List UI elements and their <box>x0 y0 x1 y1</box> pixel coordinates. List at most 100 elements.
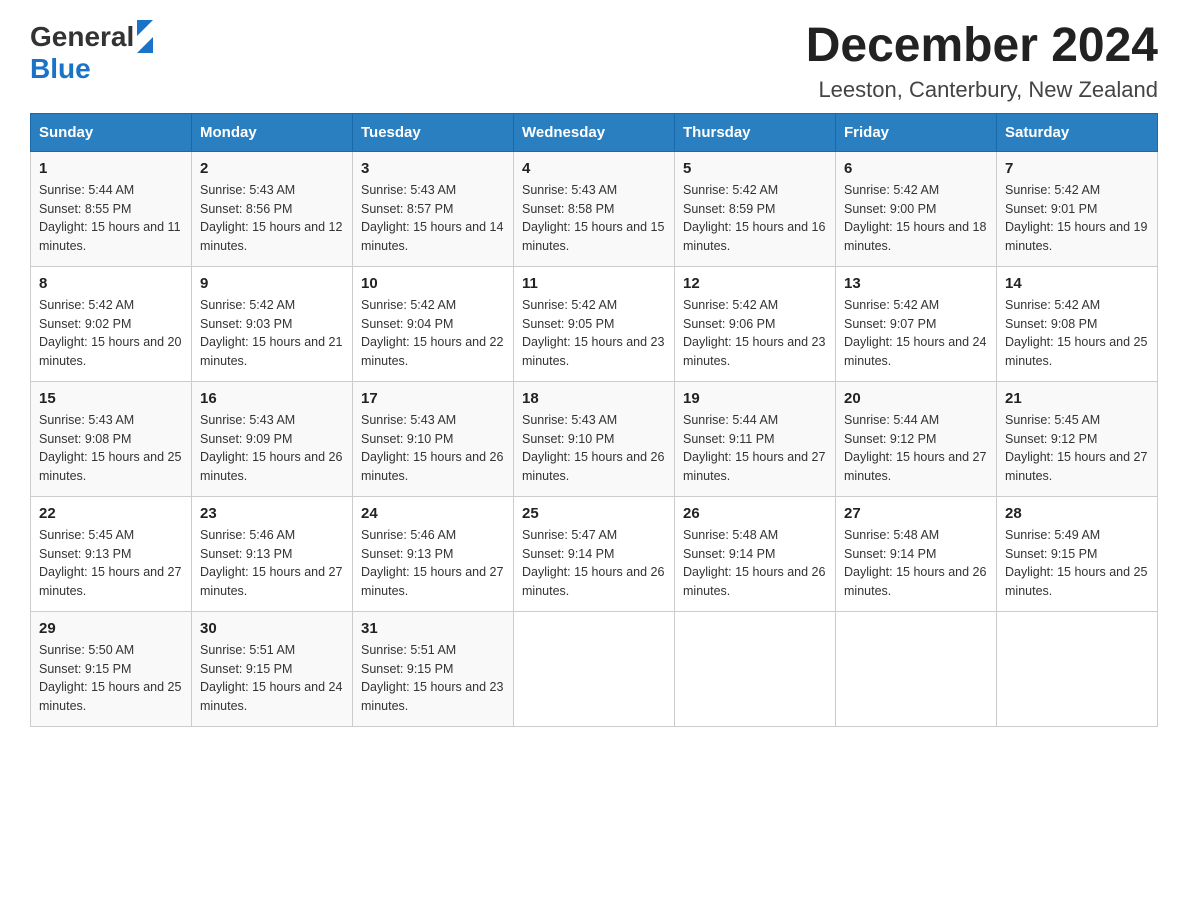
weekday-header-thursday: Thursday <box>675 113 836 151</box>
day-info: Sunrise: 5:42 AM Sunset: 9:07 PM Dayligh… <box>844 296 988 371</box>
calendar-cell: 31 Sunrise: 5:51 AM Sunset: 9:15 PM Dayl… <box>353 611 514 726</box>
calendar-cell: 14 Sunrise: 5:42 AM Sunset: 9:08 PM Dayl… <box>997 266 1158 381</box>
day-info: Sunrise: 5:42 AM Sunset: 9:05 PM Dayligh… <box>522 296 666 371</box>
calendar-cell: 29 Sunrise: 5:50 AM Sunset: 9:15 PM Dayl… <box>31 611 192 726</box>
calendar-cell: 30 Sunrise: 5:51 AM Sunset: 9:15 PM Dayl… <box>192 611 353 726</box>
day-info: Sunrise: 5:44 AM Sunset: 9:11 PM Dayligh… <box>683 411 827 486</box>
calendar-cell: 1 Sunrise: 5:44 AM Sunset: 8:55 PM Dayli… <box>31 151 192 266</box>
calendar-cell: 22 Sunrise: 5:45 AM Sunset: 9:13 PM Dayl… <box>31 496 192 611</box>
weekday-header-sunday: Sunday <box>31 113 192 151</box>
calendar-cell: 2 Sunrise: 5:43 AM Sunset: 8:56 PM Dayli… <box>192 151 353 266</box>
location: Leeston, Canterbury, New Zealand <box>806 77 1158 103</box>
day-info: Sunrise: 5:46 AM Sunset: 9:13 PM Dayligh… <box>361 526 505 601</box>
day-number: 23 <box>200 505 344 522</box>
day-number: 16 <box>200 390 344 407</box>
calendar-cell: 3 Sunrise: 5:43 AM Sunset: 8:57 PM Dayli… <box>353 151 514 266</box>
day-number: 5 <box>683 160 827 177</box>
day-number: 9 <box>200 275 344 292</box>
day-info: Sunrise: 5:45 AM Sunset: 9:12 PM Dayligh… <box>1005 411 1149 486</box>
logo-blue: Blue <box>30 53 91 84</box>
logo-general: General <box>30 21 134 53</box>
weekday-header-friday: Friday <box>836 113 997 151</box>
day-info: Sunrise: 5:46 AM Sunset: 9:13 PM Dayligh… <box>200 526 344 601</box>
day-number: 1 <box>39 160 183 177</box>
day-number: 30 <box>200 620 344 637</box>
day-number: 26 <box>683 505 827 522</box>
calendar-cell: 17 Sunrise: 5:43 AM Sunset: 9:10 PM Dayl… <box>353 381 514 496</box>
day-number: 11 <box>522 275 666 292</box>
day-info: Sunrise: 5:44 AM Sunset: 8:55 PM Dayligh… <box>39 181 183 256</box>
calendar-cell: 12 Sunrise: 5:42 AM Sunset: 9:06 PM Dayl… <box>675 266 836 381</box>
day-number: 10 <box>361 275 505 292</box>
day-number: 21 <box>1005 390 1149 407</box>
day-number: 13 <box>844 275 988 292</box>
day-number: 27 <box>844 505 988 522</box>
day-number: 18 <box>522 390 666 407</box>
calendar-cell: 4 Sunrise: 5:43 AM Sunset: 8:58 PM Dayli… <box>514 151 675 266</box>
day-number: 17 <box>361 390 505 407</box>
day-info: Sunrise: 5:43 AM Sunset: 8:58 PM Dayligh… <box>522 181 666 256</box>
day-info: Sunrise: 5:42 AM Sunset: 9:08 PM Dayligh… <box>1005 296 1149 371</box>
calendar-cell: 11 Sunrise: 5:42 AM Sunset: 9:05 PM Dayl… <box>514 266 675 381</box>
day-info: Sunrise: 5:47 AM Sunset: 9:14 PM Dayligh… <box>522 526 666 601</box>
calendar-cell: 9 Sunrise: 5:42 AM Sunset: 9:03 PM Dayli… <box>192 266 353 381</box>
day-info: Sunrise: 5:43 AM Sunset: 9:10 PM Dayligh… <box>522 411 666 486</box>
calendar-cell <box>675 611 836 726</box>
day-info: Sunrise: 5:43 AM Sunset: 8:56 PM Dayligh… <box>200 181 344 256</box>
title-section: December 2024 Leeston, Canterbury, New Z… <box>806 20 1158 103</box>
day-number: 24 <box>361 505 505 522</box>
day-number: 15 <box>39 390 183 407</box>
calendar-cell: 7 Sunrise: 5:42 AM Sunset: 9:01 PM Dayli… <box>997 151 1158 266</box>
calendar-cell: 20 Sunrise: 5:44 AM Sunset: 9:12 PM Dayl… <box>836 381 997 496</box>
day-number: 2 <box>200 160 344 177</box>
weekday-header-wednesday: Wednesday <box>514 113 675 151</box>
day-info: Sunrise: 5:42 AM Sunset: 9:03 PM Dayligh… <box>200 296 344 371</box>
calendar-cell: 16 Sunrise: 5:43 AM Sunset: 9:09 PM Dayl… <box>192 381 353 496</box>
day-number: 12 <box>683 275 827 292</box>
calendar-cell: 18 Sunrise: 5:43 AM Sunset: 9:10 PM Dayl… <box>514 381 675 496</box>
calendar-cell: 6 Sunrise: 5:42 AM Sunset: 9:00 PM Dayli… <box>836 151 997 266</box>
day-info: Sunrise: 5:45 AM Sunset: 9:13 PM Dayligh… <box>39 526 183 601</box>
calendar-cell <box>514 611 675 726</box>
day-number: 7 <box>1005 160 1149 177</box>
calendar-cell: 8 Sunrise: 5:42 AM Sunset: 9:02 PM Dayli… <box>31 266 192 381</box>
day-info: Sunrise: 5:43 AM Sunset: 8:57 PM Dayligh… <box>361 181 505 256</box>
day-info: Sunrise: 5:48 AM Sunset: 9:14 PM Dayligh… <box>844 526 988 601</box>
weekday-header-monday: Monday <box>192 113 353 151</box>
day-number: 19 <box>683 390 827 407</box>
day-number: 25 <box>522 505 666 522</box>
day-number: 6 <box>844 160 988 177</box>
day-info: Sunrise: 5:43 AM Sunset: 9:10 PM Dayligh… <box>361 411 505 486</box>
day-info: Sunrise: 5:43 AM Sunset: 9:09 PM Dayligh… <box>200 411 344 486</box>
calendar-cell <box>836 611 997 726</box>
day-info: Sunrise: 5:51 AM Sunset: 9:15 PM Dayligh… <box>361 641 505 716</box>
day-info: Sunrise: 5:44 AM Sunset: 9:12 PM Dayligh… <box>844 411 988 486</box>
weekday-header-tuesday: Tuesday <box>353 113 514 151</box>
calendar-cell: 15 Sunrise: 5:43 AM Sunset: 9:08 PM Dayl… <box>31 381 192 496</box>
day-info: Sunrise: 5:50 AM Sunset: 9:15 PM Dayligh… <box>39 641 183 716</box>
day-info: Sunrise: 5:42 AM Sunset: 9:01 PM Dayligh… <box>1005 181 1149 256</box>
calendar-cell: 10 Sunrise: 5:42 AM Sunset: 9:04 PM Dayl… <box>353 266 514 381</box>
day-info: Sunrise: 5:51 AM Sunset: 9:15 PM Dayligh… <box>200 641 344 716</box>
page-header: General Blue December 2024 Leeston, Cant… <box>30 20 1158 103</box>
calendar-cell <box>997 611 1158 726</box>
day-number: 3 <box>361 160 505 177</box>
calendar-cell: 24 Sunrise: 5:46 AM Sunset: 9:13 PM Dayl… <box>353 496 514 611</box>
day-info: Sunrise: 5:42 AM Sunset: 9:06 PM Dayligh… <box>683 296 827 371</box>
day-number: 14 <box>1005 275 1149 292</box>
calendar-cell: 23 Sunrise: 5:46 AM Sunset: 9:13 PM Dayl… <box>192 496 353 611</box>
calendar-table: SundayMondayTuesdayWednesdayThursdayFrid… <box>30 113 1158 727</box>
calendar-cell: 19 Sunrise: 5:44 AM Sunset: 9:11 PM Dayl… <box>675 381 836 496</box>
calendar-cell: 25 Sunrise: 5:47 AM Sunset: 9:14 PM Dayl… <box>514 496 675 611</box>
day-number: 29 <box>39 620 183 637</box>
calendar-cell: 28 Sunrise: 5:49 AM Sunset: 9:15 PM Dayl… <box>997 496 1158 611</box>
day-number: 22 <box>39 505 183 522</box>
weekday-header-saturday: Saturday <box>997 113 1158 151</box>
day-info: Sunrise: 5:42 AM Sunset: 9:02 PM Dayligh… <box>39 296 183 371</box>
logo: General Blue <box>30 20 153 85</box>
calendar-cell: 27 Sunrise: 5:48 AM Sunset: 9:14 PM Dayl… <box>836 496 997 611</box>
day-info: Sunrise: 5:43 AM Sunset: 9:08 PM Dayligh… <box>39 411 183 486</box>
calendar-cell: 26 Sunrise: 5:48 AM Sunset: 9:14 PM Dayl… <box>675 496 836 611</box>
day-number: 20 <box>844 390 988 407</box>
day-number: 4 <box>522 160 666 177</box>
